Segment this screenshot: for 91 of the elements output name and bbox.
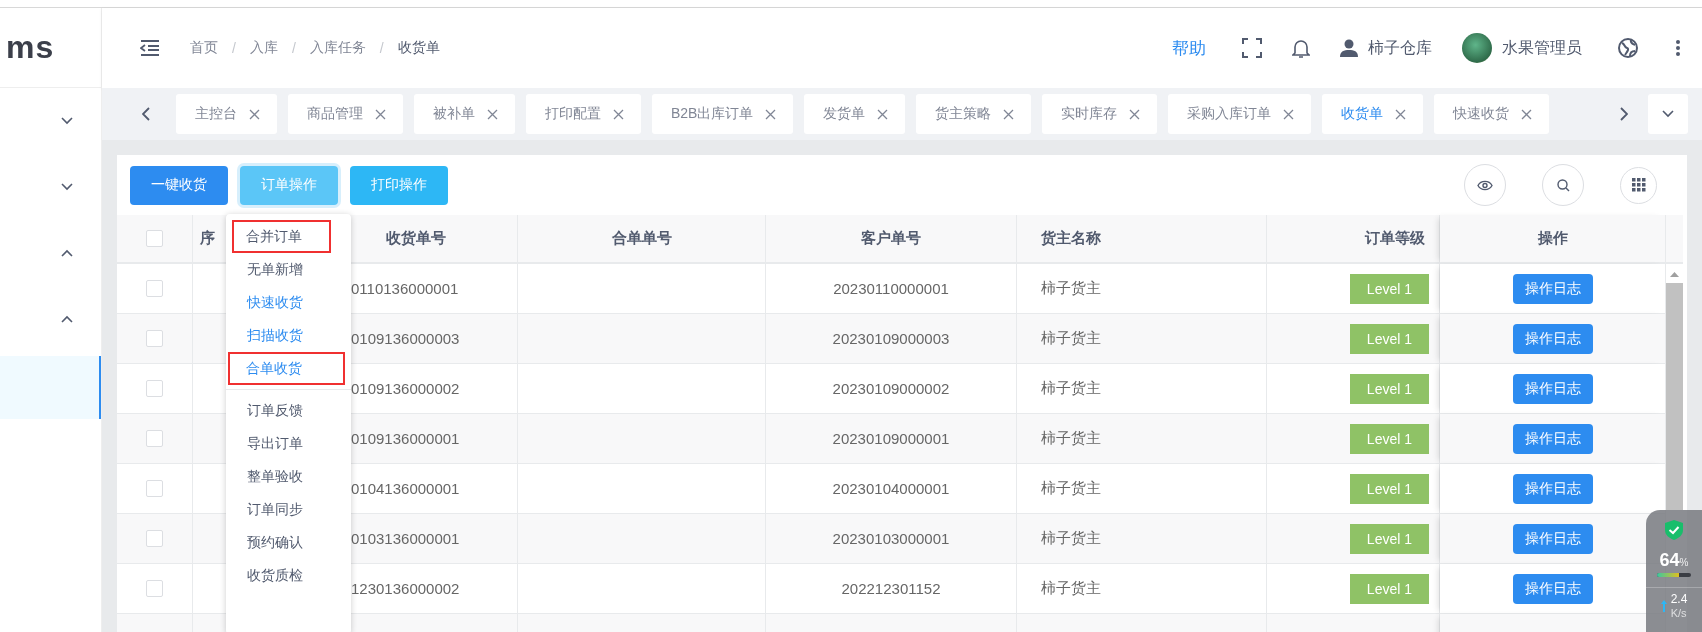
tab[interactable]: 实时库存 bbox=[1042, 94, 1158, 134]
chevron-right-icon[interactable] bbox=[1620, 107, 1628, 121]
menu-fold-icon[interactable] bbox=[140, 40, 160, 56]
breadcrumb-separator: / bbox=[379, 40, 384, 56]
chevron-icon[interactable] bbox=[61, 117, 73, 125]
search-button[interactable] bbox=[1542, 164, 1584, 206]
checkbox[interactable] bbox=[146, 380, 163, 397]
fullscreen-icon[interactable] bbox=[1242, 38, 1262, 58]
checkbox[interactable] bbox=[146, 530, 163, 547]
speed-value: 2.4 bbox=[1670, 592, 1688, 606]
more-icon[interactable] bbox=[1676, 40, 1680, 56]
column-header: 客户单号 bbox=[766, 215, 1017, 264]
logo: ms bbox=[6, 29, 55, 66]
bell-icon[interactable] bbox=[1292, 37, 1310, 59]
close-icon[interactable] bbox=[1129, 108, 1141, 120]
tab[interactable]: 发货单 bbox=[804, 94, 906, 134]
breadcrumb-separator: / bbox=[232, 40, 236, 56]
tab[interactable]: 货主策略 bbox=[916, 94, 1032, 134]
close-icon[interactable] bbox=[613, 108, 624, 120]
chevron-icon[interactable] bbox=[61, 183, 73, 191]
checkbox[interactable] bbox=[146, 230, 163, 247]
tab[interactable]: 采购入库订单 bbox=[1168, 94, 1312, 134]
upload-arrow-icon bbox=[1660, 600, 1667, 612]
chevron-icon[interactable] bbox=[61, 249, 73, 257]
level-tag: Level 1 bbox=[1349, 323, 1429, 354]
tab[interactable]: B2B出库订单 bbox=[652, 94, 794, 134]
columns-button[interactable] bbox=[1620, 166, 1657, 204]
close-icon[interactable] bbox=[249, 108, 260, 120]
log-button[interactable]: 操作日志 bbox=[1512, 523, 1593, 554]
speed-unit: K/s bbox=[1670, 606, 1688, 620]
log-button[interactable]: 操作日志 bbox=[1512, 573, 1593, 604]
toolbar-button[interactable]: 打印操作 bbox=[350, 165, 448, 205]
level-tag: Level 1 bbox=[1349, 523, 1429, 554]
grid-icon bbox=[1631, 178, 1646, 192]
checkbox[interactable] bbox=[146, 480, 163, 497]
close-icon[interactable] bbox=[1003, 108, 1015, 120]
level-tag: Level 1 bbox=[1349, 573, 1429, 604]
tab[interactable]: 被补单 bbox=[414, 94, 515, 134]
close-icon[interactable] bbox=[1283, 108, 1295, 120]
globe-icon[interactable] bbox=[1618, 38, 1638, 58]
toolbar-button[interactable]: 一键收货 bbox=[130, 165, 228, 205]
checkbox[interactable] bbox=[146, 280, 163, 297]
search-icon bbox=[1556, 178, 1570, 192]
log-button[interactable]: 操作日志 bbox=[1512, 473, 1593, 504]
user-name[interactable]: 水果管理员 bbox=[1502, 37, 1582, 59]
chevron-icon[interactable] bbox=[61, 315, 73, 323]
column-header: 操作 bbox=[1440, 215, 1666, 264]
breadcrumb-item[interactable]: 入库 bbox=[249, 39, 278, 57]
tab[interactable]: 商品管理 bbox=[288, 94, 403, 134]
usage-value: 64 bbox=[1659, 550, 1680, 571]
close-icon[interactable] bbox=[1521, 108, 1533, 120]
eye-icon bbox=[1477, 179, 1493, 191]
log-button[interactable]: 操作日志 bbox=[1512, 423, 1593, 454]
shield-check-icon bbox=[1665, 520, 1683, 540]
level-tag: Level 1 bbox=[1349, 273, 1429, 304]
view-button[interactable] bbox=[1464, 164, 1506, 206]
checkbox[interactable] bbox=[146, 580, 163, 597]
log-button[interactable]: 操作日志 bbox=[1512, 273, 1593, 304]
breadcrumb-item[interactable]: 首页 bbox=[190, 39, 218, 57]
usage-unit: % bbox=[1679, 557, 1689, 568]
tab[interactable]: 打印配置 bbox=[526, 94, 641, 134]
close-icon[interactable] bbox=[1395, 108, 1407, 120]
tab[interactable]: 收货单 bbox=[1322, 94, 1424, 134]
tab[interactable]: 快速收货 bbox=[1434, 94, 1550, 134]
close-icon[interactable] bbox=[375, 108, 386, 120]
checkbox[interactable] bbox=[146, 430, 163, 447]
close-icon[interactable] bbox=[765, 108, 777, 120]
warehouse-name[interactable]: 柿子仓库 bbox=[1368, 37, 1432, 59]
breadcrumb-item[interactable]: 入库任务 bbox=[309, 39, 366, 57]
avatar[interactable] bbox=[1462, 33, 1492, 63]
close-icon[interactable] bbox=[487, 108, 498, 120]
chevron-down-icon[interactable] bbox=[1662, 110, 1674, 118]
help-link[interactable]: 帮助 bbox=[1172, 36, 1206, 60]
column-header: 订单等级 bbox=[1267, 215, 1440, 264]
breadcrumb-item[interactable]: 收货单 bbox=[397, 39, 440, 57]
usage-bar bbox=[1657, 573, 1691, 577]
close-icon[interactable] bbox=[877, 108, 889, 120]
breadcrumb-separator: / bbox=[291, 40, 296, 56]
menu-item[interactable]: 订单反馈 bbox=[226, 389, 351, 427]
log-button[interactable]: 操作日志 bbox=[1512, 323, 1593, 354]
level-tag: Level 1 bbox=[1349, 423, 1429, 454]
chevron-left-icon[interactable] bbox=[142, 107, 150, 121]
scroll-up-icon[interactable] bbox=[1670, 272, 1679, 277]
checkbox[interactable] bbox=[146, 330, 163, 347]
log-button[interactable]: 操作日志 bbox=[1512, 373, 1593, 404]
level-tag: Level 1 bbox=[1349, 373, 1429, 404]
column-header: 货主名称 bbox=[1017, 215, 1267, 264]
tab[interactable]: 主控台 bbox=[176, 94, 277, 134]
level-tag: Level 1 bbox=[1349, 473, 1429, 504]
column-header: 合单单号 bbox=[518, 215, 766, 264]
user-icon[interactable] bbox=[1340, 39, 1358, 57]
